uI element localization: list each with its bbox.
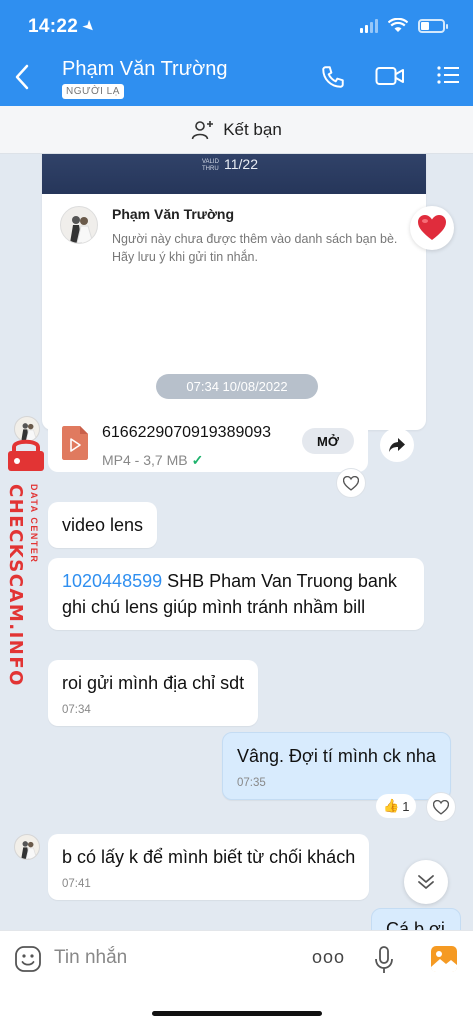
message-bubble[interactable]: video lens: [48, 502, 158, 548]
voice-call-button[interactable]: [320, 64, 346, 95]
chevron-left-icon: [15, 64, 29, 90]
heart-outline-icon: [343, 475, 359, 491]
sticker-button[interactable]: [14, 945, 42, 978]
reaction-count: 1: [402, 798, 410, 814]
voice-message-button[interactable]: [374, 945, 394, 980]
valid-thru-label: VALID THRU: [202, 159, 219, 172]
heart-icon: [418, 215, 446, 240]
avatar[interactable]: [60, 206, 98, 244]
wifi-icon: [388, 18, 408, 32]
stranger-badge: NGƯỜI LẠ: [62, 84, 124, 99]
heart-outline-icon: [433, 799, 449, 815]
video-camera-icon: [375, 67, 404, 85]
microphone-icon: [375, 946, 393, 973]
add-friend-button[interactable]: Kết bạn: [0, 106, 473, 154]
message-text: b có lấy k để mình biết từ chối khách: [62, 847, 356, 867]
reaction-badge[interactable]: 👍 1: [376, 794, 417, 818]
open-file-button[interactable]: MỞ: [302, 428, 354, 454]
video-call-button[interactable]: [375, 64, 405, 93]
couple-photo-icon: [21, 841, 38, 859]
location-arrow-icon: ➤: [80, 16, 99, 36]
card-warning-note: Người này chưa được thêm vào danh sách b…: [112, 232, 398, 264]
more-options-button[interactable]: ooo: [312, 947, 345, 968]
my-message-bubble[interactable]: Vâng. Đợi tí mình ck nha 07:35: [222, 732, 451, 800]
battery-icon: [418, 18, 448, 33]
file-name: 6166229070919389093: [102, 424, 272, 441]
message-text: Cá b ơi: [386, 919, 445, 930]
image-gallery-icon: [431, 946, 457, 972]
message-text: video lens: [62, 515, 144, 535]
status-bar: 14:22 ➤: [0, 0, 473, 52]
avatar[interactable]: [14, 834, 40, 860]
list-menu-icon: [437, 66, 459, 84]
card-contact-name: Phạm Văn Trường: [112, 206, 235, 222]
watermark-subtext: DATA CENTER: [29, 484, 39, 564]
message-input-bar: Tin nhắn ooo: [0, 930, 473, 1024]
status-time: 14:22 ➤: [28, 16, 99, 37]
heart-react-button[interactable]: [426, 792, 456, 822]
message-time: 07:41: [62, 878, 91, 890]
message-text: roi gửi mình địa chỉ sdt: [62, 673, 245, 693]
cellular-signal-icon: [360, 18, 378, 33]
thumbs-up-icon: 👍: [383, 798, 400, 813]
couple-photo-icon: [70, 216, 94, 243]
chat-area[interactable]: VALID THRU 11/22 Phạm Văn Trường Người nà…: [0, 154, 473, 930]
my-message-bubble[interactable]: Cá b ơi: [371, 908, 461, 930]
date-separator: 07:34 10/08/2022: [156, 374, 318, 399]
double-chevron-down-icon: [418, 875, 434, 889]
message-time: 07:34: [62, 704, 91, 716]
add-user-icon: [191, 120, 214, 139]
heart-reaction-button[interactable]: [410, 206, 454, 250]
home-indicator: [152, 1011, 322, 1016]
chat-header: 14:22 ➤ Phạm Văn Trường NGƯỜI LẠ: [0, 0, 473, 106]
card-expiry: 11/22: [224, 156, 258, 172]
back-button[interactable]: [14, 64, 38, 96]
card-image: VALID THRU 11/22: [42, 154, 426, 194]
check-icon: ✓: [191, 452, 204, 468]
message-bubble[interactable]: roi gửi mình địa chỉ sdt 07:34: [48, 660, 259, 726]
message-bubble[interactable]: b có lấy k để mình biết từ chối khách 07…: [48, 834, 370, 900]
status-icons: [360, 18, 448, 33]
watermark: CHECKSCAM.INFO DATA CENTER: [0, 436, 56, 687]
share-arrow-icon: [389, 438, 405, 452]
message-input[interactable]: Tin nhắn: [54, 947, 127, 969]
scroll-to-bottom-button[interactable]: [404, 860, 448, 904]
watermark-text: CHECKSCAM.INFO: [5, 484, 26, 687]
lock-icon: [8, 439, 44, 471]
video-file-icon: [62, 426, 88, 460]
message-text: Vâng. Đợi tí mình ck nha: [237, 746, 436, 766]
image-picker-button[interactable]: [430, 945, 458, 978]
phone-icon: [322, 66, 344, 88]
emoji-icon: [15, 946, 41, 972]
add-friend-label: Kết bạn: [223, 119, 282, 139]
message-time: 07:35: [237, 777, 266, 789]
heart-react-button[interactable]: [336, 468, 366, 498]
file-meta: MP4 - 3,7 MB ✓: [102, 452, 204, 468]
menu-button[interactable]: [436, 64, 460, 91]
message-bubble[interactable]: 1020448599 SHB Pham Van Truong bank ghi …: [48, 558, 424, 630]
file-message[interactable]: 6166229070919389093 MP4 - 3,7 MB ✓ MỞ: [48, 416, 368, 472]
forward-button[interactable]: [380, 428, 414, 462]
account-number-link[interactable]: 1020448599: [62, 571, 162, 591]
contact-name[interactable]: Phạm Văn Trường: [62, 58, 227, 81]
